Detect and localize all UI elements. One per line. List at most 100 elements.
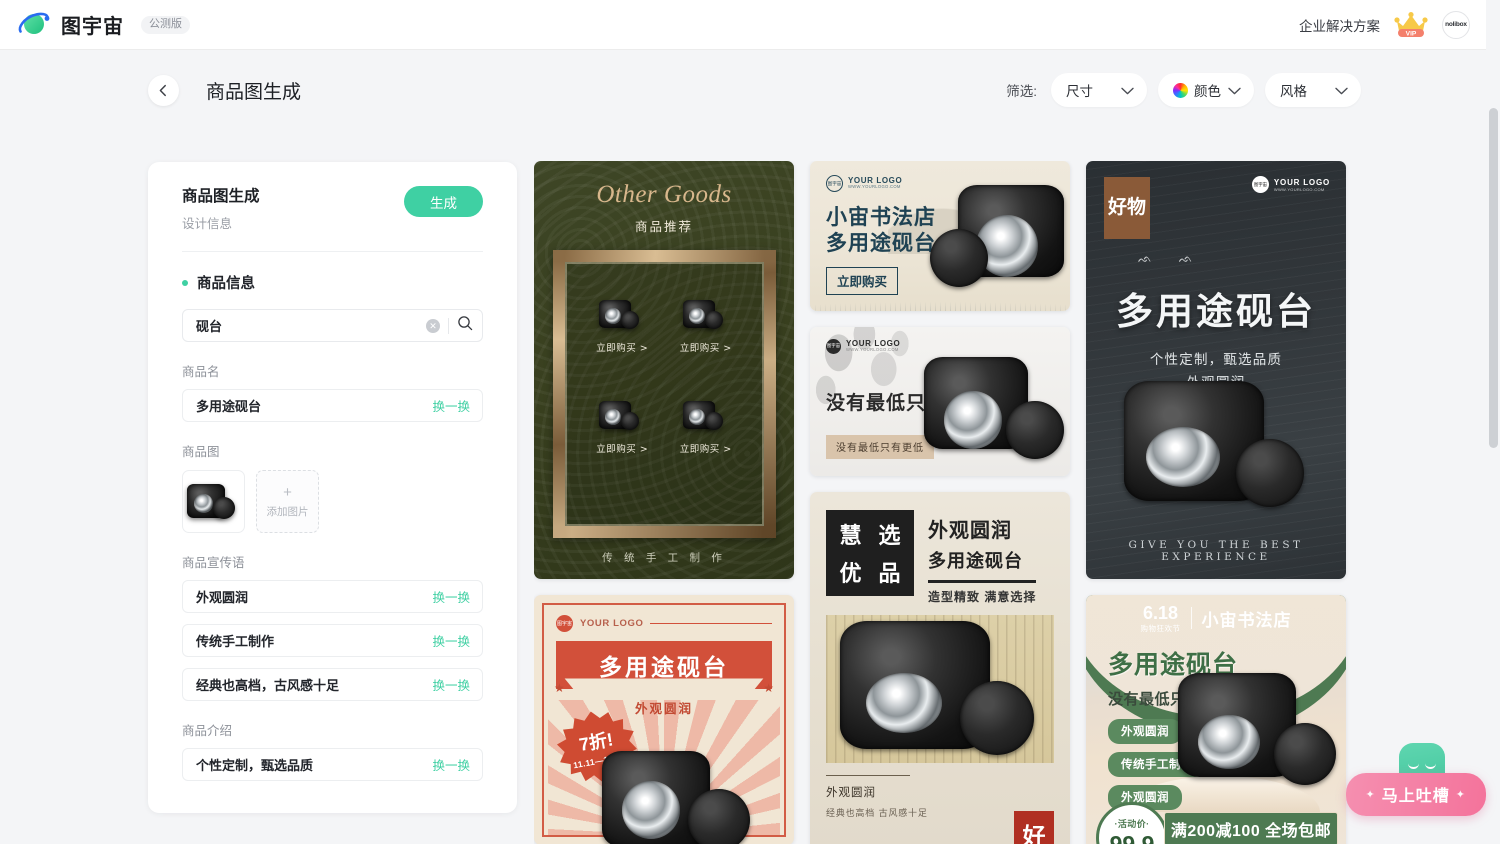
filter-bar: 筛选: 尺寸 颜色 风格 [1006,73,1361,107]
retro-title: 多用途砚台 [599,655,729,681]
gallery-column-2: 图宇宙 YOUR LOGO WWW.YOURLOGO.COM 小宙书法店 多用途… [810,161,1070,844]
kraft-footer-line [826,775,910,777]
filter-color-select[interactable]: 颜色 [1158,73,1254,107]
retro-logo-text: YOUR LOGO [580,618,644,629]
page-scrollbar-thumb[interactable] [1489,108,1498,448]
feedback-widget[interactable]: ✦ 马上吐槽 ✦ [1345,743,1486,816]
seal-char-4: 品 [878,562,901,588]
product-image-thumbnail[interactable] [182,470,245,533]
poster-logo: 图宇宙 YOUR LOGO WWW.YOURLOGO.COM [1251,176,1330,193]
card-green-subhead: 商品推荐 [634,219,693,234]
kraft-heading-2: 多用途砚台 [928,551,1023,572]
field-slogan-1[interactable]: 外观圆润 换一换 [182,580,483,613]
vip-crown-icon[interactable]: VIP [1394,11,1428,38]
planet-logo-icon [16,10,52,40]
search-input[interactable]: 砚台 [196,316,222,335]
banner-logo: 图宇宙 YOUR LOGO WWW.YOURLOGO.COM [826,338,1070,354]
poster-badge: 好物 [1104,177,1150,239]
kraft-photo-area [826,615,1054,764]
template-card-ink-banner[interactable]: 图宇宙 YOUR LOGO WWW.YOURLOGO.COM 没有最低只有更低 … [810,326,1070,477]
search-icon[interactable] [457,315,473,336]
beta-badge: 公测版 [141,15,190,34]
section-product-info-title: 商品信息 [197,276,255,292]
swap-intro-button[interactable]: 换一换 [432,755,470,774]
swap-slogan-3-button[interactable]: 换一换 [432,675,470,694]
template-card-kraft-detail[interactable]: 慧 选 优 品 外观圆润 多用途砚台 造型精致 满意选择 外观圆润 经典也高档 … [810,492,1070,844]
field-slogan-2[interactable]: 传统手工制作 换一换 [182,624,483,657]
inkstone-product-image [682,298,729,334]
seal-char-1: 慧 [839,524,862,550]
label-product-image: 商品图 [182,445,220,459]
inkstone-product-image [682,399,729,435]
frame-cell: 立即购买 > [581,399,665,500]
inkstone-product-image [602,745,752,844]
design-info-panel: 商品图生成 设计信息 生成 商品信息 砚台 ✕ 商品名 多用途砚台 换一换 商品… [148,162,517,813]
seal-char-3: 优 [839,562,862,588]
template-card-618-promo[interactable]: 6.18 购物狂欢节 小宙书法店 多用途砚台 没有最低只有更低 外观圆润 传统手… [1086,595,1346,844]
feedback-button[interactable]: ✦ 马上吐槽 ✦ [1345,773,1486,816]
filter-label: 筛选: [1006,84,1037,99]
logo-url: WWW.YOURLOGO.COM [1273,186,1325,192]
chevron-left-icon [157,84,170,97]
field-product-name[interactable]: 多用途砚台 换一换 [182,389,483,422]
buy-now-label[interactable]: 立即购买 > [680,340,732,354]
app-header: 图宇宙 公测版 企业解决方案 VIP nolibox [0,0,1486,50]
filter-style-label: 风格 [1280,84,1307,99]
avatar[interactable]: nolibox [1442,10,1470,39]
label-product-name: 商品名 [182,365,220,379]
feedback-label: 马上吐槽 [1381,788,1450,805]
retro-subtitle: 外观圆润 [634,702,693,716]
gallery-column-1: Other Goods 商品推荐 立即购买 > 立即购买 > 立即购买 > 立即… [534,161,794,844]
panel-title: 商品图生成 [182,188,260,205]
generate-button[interactable]: 生成 [404,186,483,217]
template-card-shop-banner[interactable]: 图宇宙 YOUR LOGO WWW.YOURLOGO.COM 小宙书法店 多用途… [810,161,1070,311]
template-card-retro-sale[interactable]: 图宇宙 YOUR LOGO 多用途砚台 外观圆润 ★ ★ 7折! 11.11—1… [534,595,794,844]
price-value: 99.9 [1109,831,1155,844]
section-bullet-icon [182,279,188,286]
kraft-heading-3: 造型精致 满意选择 [928,590,1037,605]
card-green-headline: Other Goods [596,181,732,208]
swap-slogan-1-button[interactable]: 换一换 [432,587,470,606]
field-slogan-3[interactable]: 经典也高档，古风感十足 换一换 [182,668,483,701]
field-intro[interactable]: 个性定制，甄选品质 换一换 [182,748,483,781]
intro-value: 个性定制，甄选品质 [196,758,314,773]
svg-text:VIP: VIP [1406,30,1417,37]
filter-size-select[interactable]: 尺寸 [1051,73,1147,107]
color-wheel-icon [1173,82,1188,98]
inkstone-product-image [840,621,1040,763]
shop-logo-icon: 图宇宙 [826,175,843,192]
template-card-dark-ink-poster[interactable]: 图宇宙 YOUR LOGO WWW.YOURLOGO.COM 好物 ᨒ ᨒ 多用… [1086,161,1346,579]
panel-divider [182,251,483,252]
clear-icon[interactable]: ✕ [426,318,440,333]
frame-cell: 立即购买 > [664,298,748,399]
back-button[interactable] [148,74,179,106]
filter-style-select[interactable]: 风格 [1265,73,1361,107]
product-image-list: + 添加图片 [182,470,483,533]
template-card-other-goods[interactable]: Other Goods 商品推荐 立即购买 > 立即购买 > 立即购买 > 立即… [534,161,794,579]
panel-header: 商品图生成 设计信息 生成 [182,184,483,232]
inkstone-product-image [924,356,1066,467]
buy-now-label[interactable]: 立即购买 > [596,441,648,455]
template-gallery: Other Goods 商品推荐 立即购买 > 立即购买 > 立即购买 > 立即… [534,161,1364,844]
swap-slogan-2-button[interactable]: 换一换 [432,631,470,650]
shop-logo-icon: 图宇宙 [1251,176,1269,193]
product-name-value: 多用途砚台 [196,399,262,414]
chevron-down-icon [1121,83,1134,98]
add-image-button[interactable]: + 添加图片 [256,470,319,533]
logo-title: YOUR LOGO [1273,177,1330,187]
app-root: 图宇宙 公测版 企业解决方案 VIP nolibox 商品图生成 筛选: 尺寸 … [0,0,1500,844]
label-intro: 商品介绍 [182,724,233,738]
kraft-footer-title: 外观圆润 [826,785,876,800]
banner-cta-button[interactable]: 立即购买 [826,267,899,296]
chevron-down-icon [1335,83,1348,98]
buy-now-label[interactable]: 立即购买 > [596,340,648,354]
birds-decoration: ᨒ ᨒ [1138,253,1205,265]
product-search-box[interactable]: 砚台 ✕ [182,309,483,342]
enterprise-solutions-link[interactable]: 企业解决方案 [1299,15,1380,35]
promo-coupon-strip: 满200减100 全场包邮 [1164,812,1338,844]
page-scrollbar-track[interactable] [1486,50,1500,844]
buy-now-label[interactable]: 立即购买 > [680,441,732,455]
swap-product-name-button[interactable]: 换一换 [432,396,470,415]
brand[interactable]: 图宇宙 公测版 [16,10,190,40]
price-label: ·活动价· [1114,819,1150,829]
